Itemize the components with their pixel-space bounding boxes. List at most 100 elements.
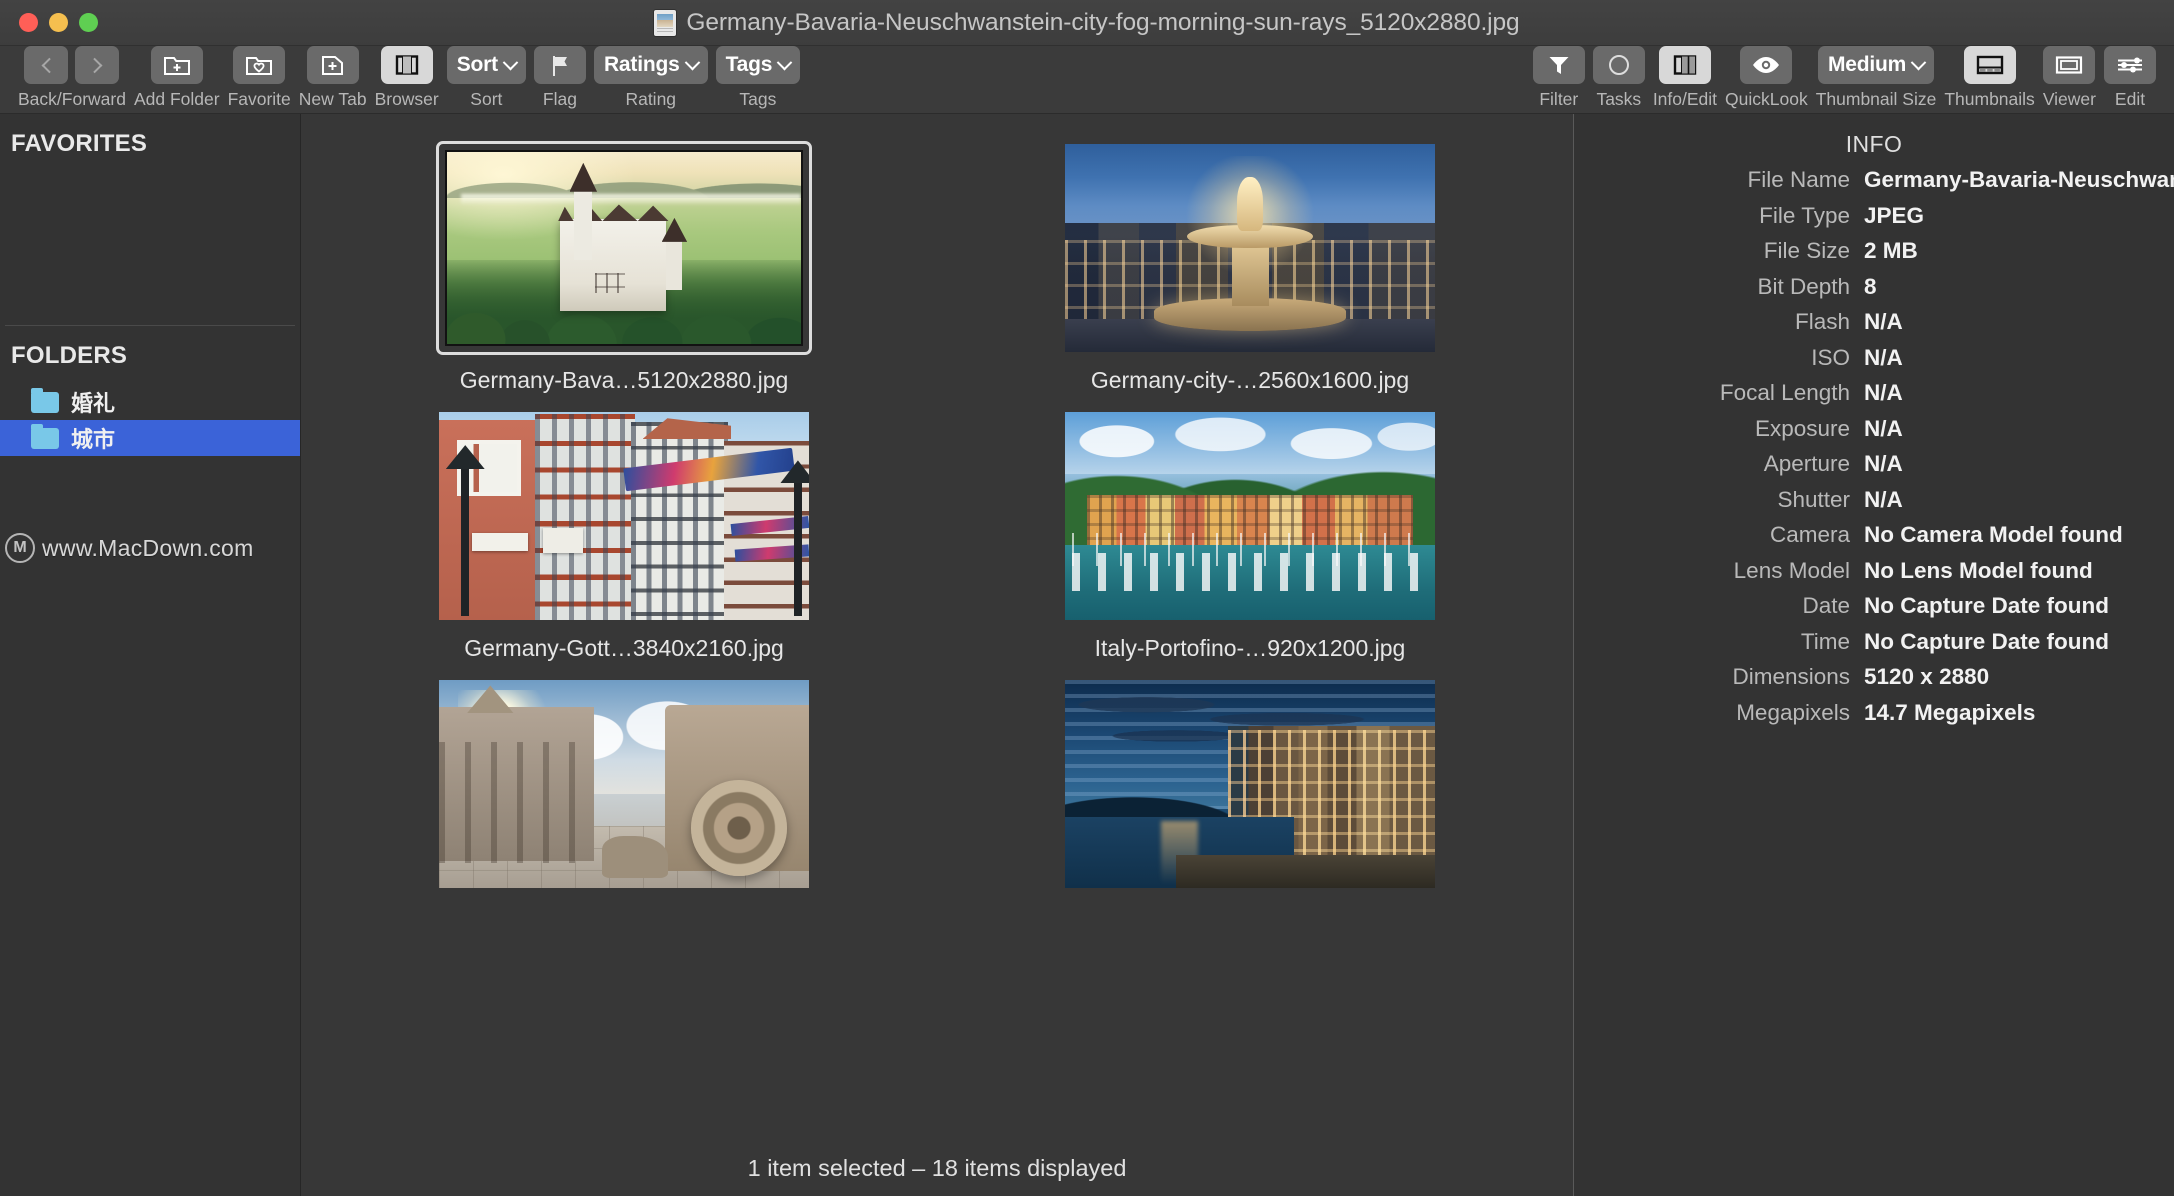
toolbar-item-viewer[interactable]: Viewer (2043, 46, 2096, 110)
viewer-button[interactable] (2043, 46, 2096, 84)
sidebar-item-label: 城市 (71, 427, 116, 452)
info-row-file-name: File Name Germany-Bavaria-Neuschwan… (1574, 167, 2174, 193)
app-window: Germany-Bavaria-Neuschwanstein-city-fog-… (0, 0, 2174, 1196)
thumbnail-cell[interactable]: Italy-Portofino-…920x1200.jpg (1065, 412, 1435, 680)
toolbar-item-rating[interactable]: Ratings Rating (593, 46, 708, 110)
tags-dropdown[interactable]: Tags (715, 46, 801, 84)
chevron-down-icon (684, 54, 700, 70)
info-row-file-size: File Size 2 MB (1574, 238, 2174, 264)
info-value: N/A (1864, 344, 1903, 370)
info-key: Camera (1769, 522, 1850, 547)
toolbar-item-add-folder[interactable]: Add Folder (134, 46, 220, 110)
zoom-button[interactable] (79, 13, 98, 32)
info-value: N/A (1864, 486, 1903, 512)
ratings-dropdown[interactable]: Ratings (593, 46, 708, 84)
filter-button[interactable] (1532, 46, 1585, 84)
toolbar-item-flag[interactable]: Flag (533, 46, 586, 110)
thumbnail-caption: Italy-Portofino-…920x1200.jpg (1094, 635, 1406, 661)
circle-icon (1608, 55, 1629, 75)
toolbar-item-tags[interactable]: Tags Tags (715, 46, 801, 110)
edit-button[interactable] (2104, 46, 2156, 84)
thumbnail-cell[interactable]: Germany-Gott…3840x2160.jpg (439, 412, 809, 680)
thumbnail-cell[interactable] (1065, 680, 1435, 948)
info-key: File Type (1759, 202, 1850, 228)
browser-columns-icon (395, 55, 418, 75)
toolbar-label-filter: Filter (1539, 89, 1579, 109)
toolbar-label-back-forward: Back/Forward (18, 89, 126, 109)
sort-dropdown[interactable]: Sort (446, 46, 526, 84)
sidebar-section-folders: FOLDERS 婚礼 城市 (0, 326, 300, 456)
tags-dropdown-value: Tags (725, 53, 773, 76)
sidebar-header-folders: FOLDERS (11, 342, 128, 369)
toolbar-item-info-edit[interactable]: Info/Edit (1653, 46, 1717, 110)
document-icon (654, 9, 677, 36)
back-button[interactable] (24, 46, 69, 84)
info-key: Bit Depth (1757, 273, 1850, 299)
thumbnail-image (1065, 144, 1435, 352)
info-row-iso: ISO N/A (1574, 345, 2174, 371)
title-center: Germany-Bavaria-Neuschwanstein-city-fog-… (0, 0, 2174, 45)
thumbnails-button[interactable] (1963, 46, 2016, 84)
thumbnail-cell[interactable] (439, 680, 809, 948)
info-key: Flash (1794, 309, 1850, 334)
info-value: 14.7 Megapixels (1864, 699, 2036, 725)
toolbar-item-favorite[interactable]: Favorite (228, 46, 291, 110)
info-value: Germany-Bavaria-Neuschwan… (1864, 167, 2174, 192)
thumbnail-cell[interactable]: Germany-Bava…5120x2880.jpg (436, 141, 812, 412)
thumbnails-grid-icon (1976, 55, 2003, 75)
toolbar: Back/Forward Add Folder Favorite New Tab… (0, 46, 2174, 114)
info-edit-button[interactable] (1658, 46, 1711, 84)
quicklook-button[interactable] (1740, 46, 1793, 84)
toolbar-item-filter[interactable]: Filter (1532, 46, 1585, 110)
nav-pair (24, 46, 120, 84)
toolbar-item-thumbnails[interactable]: Thumbnails (1944, 46, 2035, 110)
toolbar-label-rating: Rating (625, 89, 677, 109)
info-key: Lens Model (1733, 557, 1850, 583)
image-germany-city-fountain (1065, 144, 1435, 352)
image-stone-temple-chariot (439, 680, 809, 888)
thumbnail-image (1065, 680, 1435, 888)
info-value: N/A (1864, 309, 1903, 334)
thumbnail-selected[interactable] (436, 141, 812, 355)
thumbnail-container[interactable] (439, 680, 809, 888)
forward-button[interactable] (75, 46, 120, 84)
favorite-button[interactable] (233, 46, 286, 84)
minimize-button[interactable] (49, 13, 68, 32)
toolbar-item-back-forward[interactable]: Back/Forward (18, 46, 126, 110)
eye-icon (1753, 57, 1780, 73)
close-button[interactable] (19, 13, 38, 32)
toolbar-label-edit: Edit (2114, 89, 2146, 109)
thumbnail-cell[interactable]: Germany-city-…2560x1600.jpg (1065, 144, 1435, 412)
thumbnail-container[interactable] (1065, 680, 1435, 888)
thumbnail-size-dropdown[interactable]: Medium (1817, 46, 1935, 84)
browser-button[interactable] (380, 46, 433, 84)
toolbar-item-thumbnail-size[interactable]: Medium Thumbnail Size (1816, 46, 1936, 110)
add-folder-button[interactable] (150, 46, 203, 84)
chevron-left-icon (41, 57, 58, 73)
sort-dropdown-value: Sort (456, 53, 498, 76)
toolbar-item-quicklook[interactable]: QuickLook (1725, 46, 1808, 110)
info-key: Date (1802, 593, 1850, 618)
flag-button[interactable] (533, 46, 586, 84)
image-camogli-blue-hour (1065, 680, 1435, 888)
sidebar-item-folder-wedding[interactable]: 婚礼 (0, 384, 300, 420)
window-controls (0, 13, 98, 32)
sidebar-item-folder-city[interactable]: 城市 (0, 420, 300, 456)
image-germany-goettingen-street (439, 412, 809, 620)
thumbnail-container[interactable] (1065, 412, 1435, 620)
toolbar-item-tasks[interactable]: Tasks (1592, 46, 1645, 110)
thumbnail-container[interactable] (439, 412, 809, 620)
folder-icon (31, 423, 59, 449)
new-tab-button[interactable] (306, 46, 359, 84)
toolbar-label-tags: Tags (739, 89, 777, 109)
funnel-icon (1549, 57, 1569, 74)
toolbar-item-sort[interactable]: Sort Sort (446, 46, 526, 110)
toolbar-item-browser[interactable]: Browser (375, 46, 439, 110)
tasks-button[interactable] (1592, 46, 1645, 84)
thumbnail-caption: Germany-Bava…5120x2880.jpg (459, 367, 789, 393)
toolbar-label-info-edit: Info/Edit (1652, 89, 1718, 109)
toolbar-item-new-tab[interactable]: New Tab (299, 46, 367, 110)
thumbnail-container[interactable] (1065, 144, 1435, 352)
toolbar-item-edit[interactable]: Edit (2104, 46, 2156, 110)
info-row-file-type: File Type JPEG (1574, 203, 2174, 229)
